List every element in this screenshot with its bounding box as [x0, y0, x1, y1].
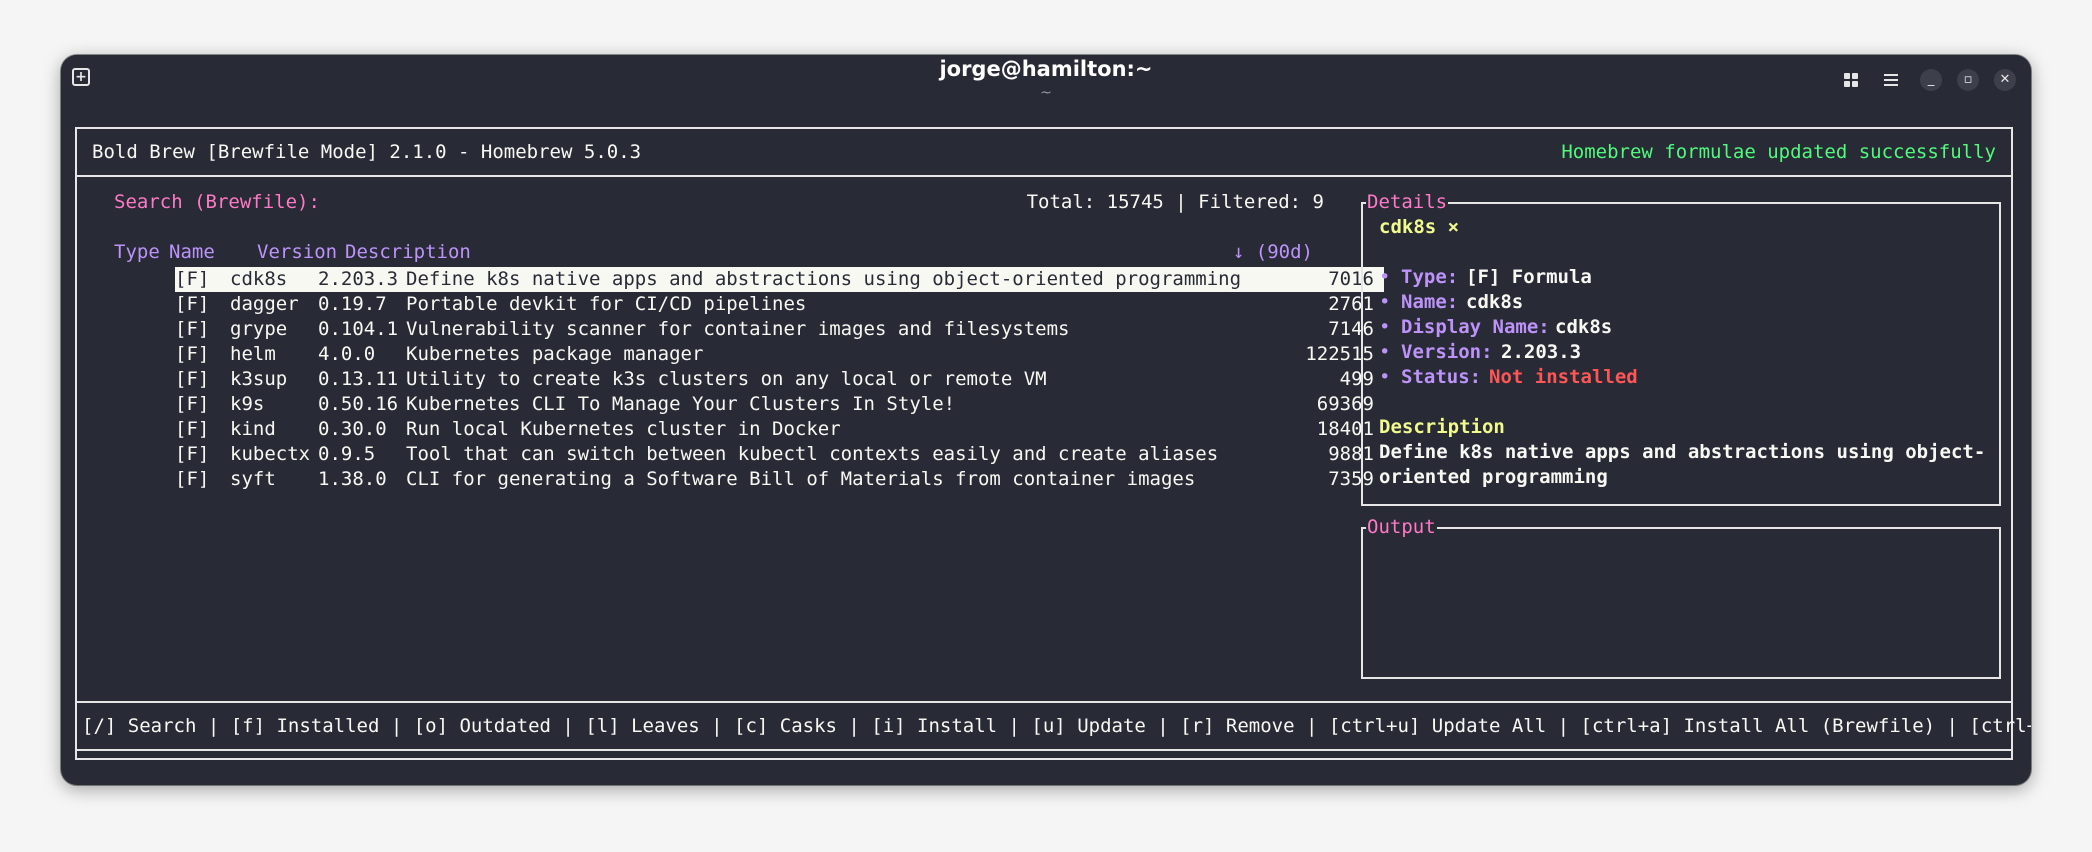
minimize-icon[interactable]: _ — [1920, 69, 1942, 91]
row-description: Portable devkit for CI/CD pipelines — [406, 293, 807, 315]
row-description: Tool that can switch between kubectl con… — [406, 443, 1219, 465]
name-value: cdk8s — [1466, 291, 1524, 313]
app-title: Bold Brew [Brewfile Mode] 2.1.0 - Homebr… — [92, 141, 642, 163]
result-counts: Total: 15745 | Filtered: 9 — [1026, 191, 1324, 213]
type-label: Type: — [1401, 266, 1459, 288]
row-name: dagger — [230, 293, 299, 315]
search-input[interactable]: Search (Brewfile): — [114, 190, 320, 215]
shortcuts-text: [/] Search | [f] Installed | [o] Outdate… — [82, 715, 2031, 737]
table-row[interactable]: [F] kind 0.30.0 Run local Kubernetes clu… — [175, 417, 1384, 442]
row-version: 0.9.5 — [318, 443, 376, 465]
row-type: [F] — [175, 268, 210, 290]
row-description: Kubernetes package manager — [406, 343, 704, 365]
window-title: jorge@hamilton:~ — [939, 57, 1153, 81]
row-version: 0.30.0 — [318, 418, 387, 440]
status-label: Status: — [1401, 366, 1482, 388]
status-message: Homebrew formulae updated successfully — [1561, 141, 1996, 163]
row-name: grype — [230, 318, 288, 340]
table-row[interactable]: [F] dagger 0.19.7 Portable devkit for CI… — [175, 292, 1384, 317]
bullet-icon: • — [1379, 291, 1391, 313]
column-header-type[interactable]: Type — [114, 240, 160, 265]
row-type: [F] — [175, 418, 210, 440]
row-description: Vulnerability scanner for container imag… — [406, 318, 1070, 340]
row-name: k9s — [230, 393, 265, 415]
row-name: kubectx — [230, 443, 311, 465]
bullet-icon: • — [1379, 316, 1391, 338]
display-name-label: Display Name: — [1401, 316, 1550, 338]
column-header-description[interactable]: Description — [345, 240, 471, 265]
row-type: [F] — [175, 468, 210, 490]
shortcuts-bar: [/] Search | [f] Installed | [o] Outdate… — [75, 701, 2031, 751]
table-row[interactable]: [F] k9s 0.50.16 Kubernetes CLI To Manage… — [175, 392, 1384, 417]
grid-view-icon[interactable] — [1843, 72, 1859, 88]
row-version: 0.13.11 — [318, 368, 399, 390]
row-version: 0.50.16 — [318, 393, 399, 415]
titlebar: + jorge@hamilton:~ ~ _ ▫ ✕ — [61, 55, 2031, 107]
output-panel — [1361, 527, 2001, 679]
type-value: [F] Formula — [1466, 266, 1592, 288]
bullet-icon: • — [1379, 366, 1391, 388]
row-name: k3sup — [230, 368, 288, 390]
table-row[interactable]: [F] kubectx 0.9.5 Tool that can switch b… — [175, 442, 1384, 467]
status-value: Not installed — [1489, 366, 1638, 388]
window-subtitle: ~ — [1040, 85, 1052, 101]
table-row[interactable]: [F] cdk8s 2.203.3 Define k8s native apps… — [175, 267, 1384, 292]
table-row[interactable]: [F] syft 1.38.0 CLI for generating a Sof… — [175, 467, 1384, 492]
maximize-icon[interactable]: ▫ — [1957, 69, 1979, 91]
row-description: Define k8s native apps and abstractions … — [406, 268, 1242, 290]
terminal-window: + jorge@hamilton:~ ~ _ ▫ ✕ Bold Brew [Br… — [61, 55, 2031, 785]
row-type: [F] — [175, 443, 210, 465]
header-panel: Bold Brew [Brewfile Mode] 2.1.0 - Homebr… — [75, 127, 2013, 177]
close-icon[interactable]: ✕ — [1994, 69, 2016, 91]
version-value: 2.203.3 — [1501, 341, 1582, 363]
output-legend: Output — [1366, 515, 1437, 540]
table-row[interactable]: [F] grype 0.104.1 Vulnerability scanner … — [175, 317, 1384, 342]
row-type: [F] — [175, 293, 210, 315]
row-version: 0.104.1 — [318, 318, 399, 340]
details-legend: Details — [1366, 190, 1449, 215]
row-description: Utility to create k3s clusters on any lo… — [406, 368, 1047, 390]
column-header-downloads[interactable]: ↓ (90d) — [1233, 240, 1313, 265]
description-text: Define k8s native apps and abstractions … — [1379, 441, 1986, 463]
row-name: kind — [230, 418, 276, 440]
row-version: 0.19.7 — [318, 293, 387, 315]
row-type: [F] — [175, 343, 210, 365]
package-title: cdk8s × — [1379, 216, 1460, 238]
row-name: cdk8s — [230, 268, 288, 290]
description-heading: Description — [1379, 416, 1505, 438]
row-description: Run local Kubernetes cluster in Docker — [406, 418, 841, 440]
row-name: helm — [230, 343, 276, 365]
bullet-icon: • — [1379, 266, 1391, 288]
row-version: 4.0.0 — [318, 343, 376, 365]
row-description: CLI for generating a Software Bill of Ma… — [406, 468, 1196, 490]
row-type: [F] — [175, 393, 210, 415]
row-type: [F] — [175, 368, 210, 390]
row-version: 2.203.3 — [318, 268, 399, 290]
row-name: syft — [230, 468, 276, 490]
row-type: [F] — [175, 318, 210, 340]
version-label: Version: — [1401, 341, 1493, 363]
table-row[interactable]: [F] k3sup 0.13.11 Utility to create k3s … — [175, 367, 1384, 392]
column-header-version[interactable]: Version — [257, 240, 337, 265]
name-label: Name: — [1401, 291, 1459, 313]
hamburger-menu-icon[interactable] — [1883, 72, 1899, 88]
description-text: oriented programming — [1379, 466, 1608, 488]
table-row[interactable]: [F] helm 4.0.0 Kubernetes package manage… — [175, 342, 1384, 367]
bullet-icon: • — [1379, 341, 1391, 363]
row-description: Kubernetes CLI To Manage Your Clusters I… — [406, 393, 956, 415]
row-version: 1.38.0 — [318, 468, 387, 490]
column-header-name[interactable]: Name — [169, 240, 215, 265]
display-name-value: cdk8s — [1555, 316, 1613, 338]
